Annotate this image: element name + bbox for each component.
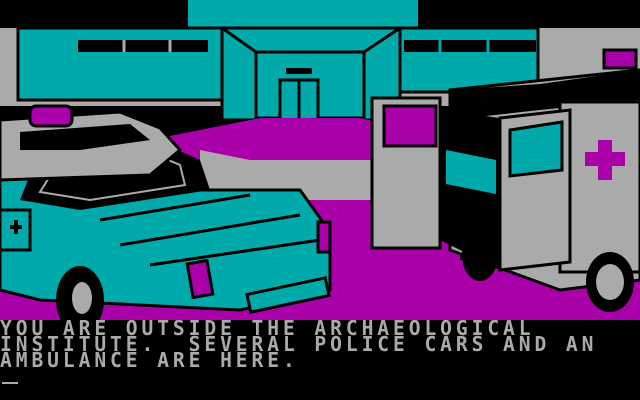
game-scene: [0, 0, 640, 320]
narration-line-3: AMBULANCE ARE HERE.: [0, 348, 299, 372]
input-cursor[interactable]: [2, 382, 18, 384]
narration-panel: YOU ARE OUTSIDE THE ARCHAEOLOGICAL INSTI…: [0, 320, 640, 400]
